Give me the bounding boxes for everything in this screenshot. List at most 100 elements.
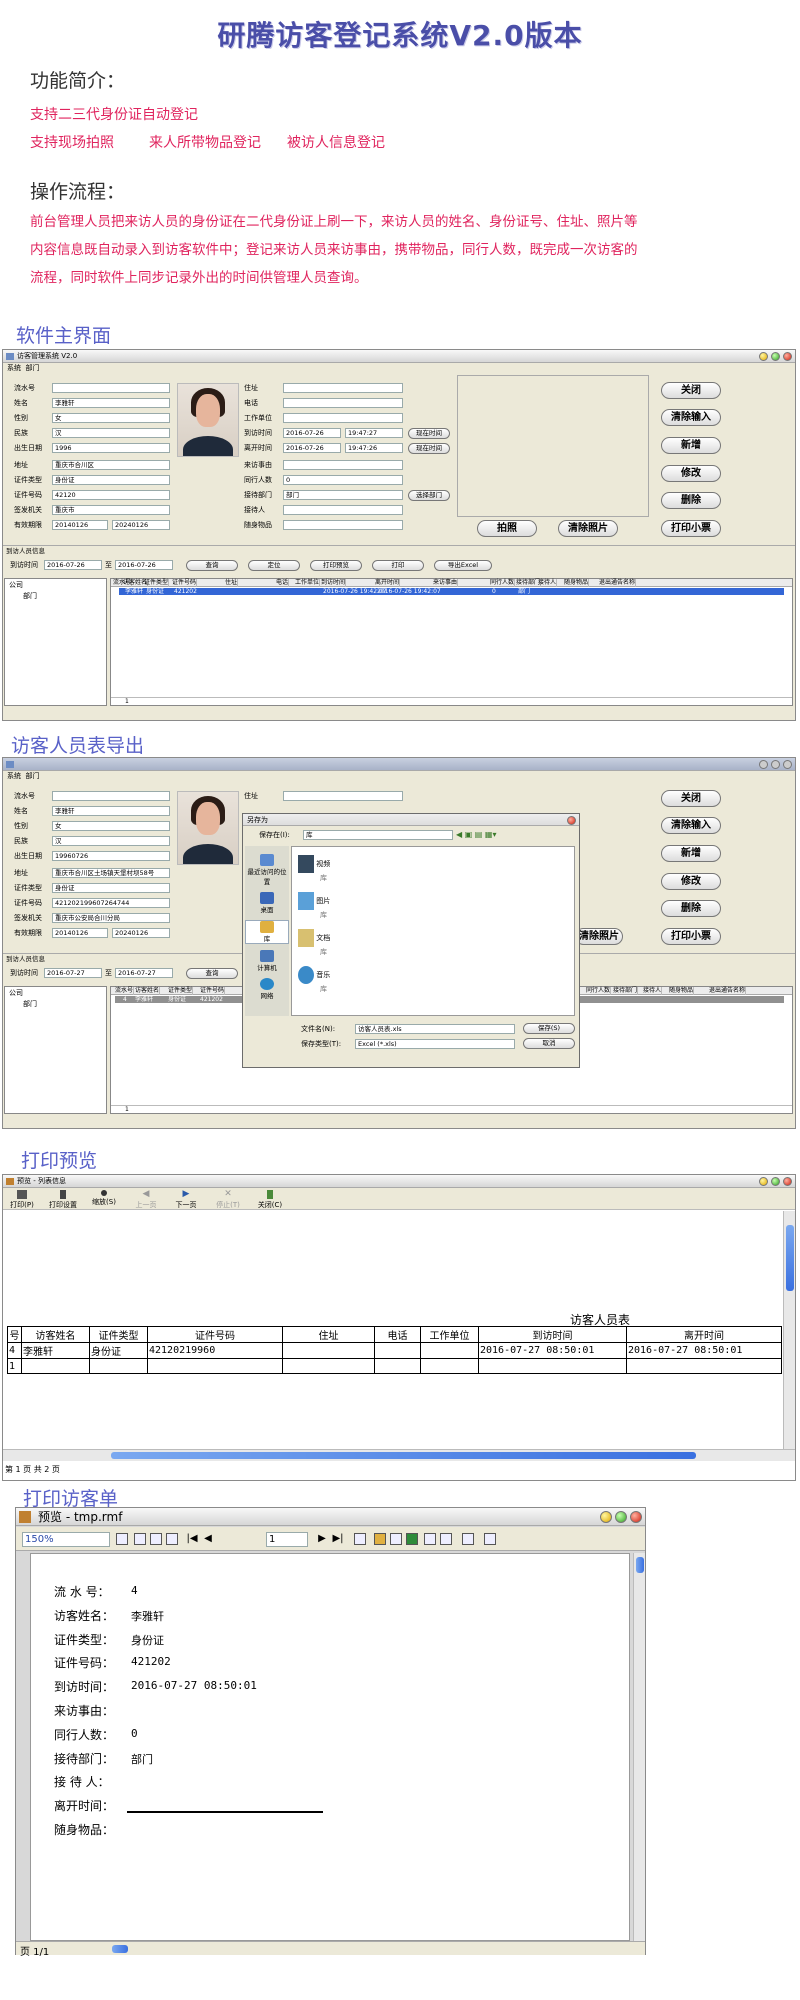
add-button[interactable]: 新增 [661,845,721,862]
query-button[interactable]: 查询 [186,968,238,979]
preview-vscroll[interactable] [783,1211,795,1449]
valid-from-field[interactable]: 20140126 [52,928,108,938]
clear-photo-button[interactable]: 清除照片 [575,928,623,945]
find-icon[interactable] [354,1533,366,1545]
id-type-select[interactable]: 身份证 [52,883,170,893]
filename-input[interactable]: 访客人员表.xls [355,1024,515,1034]
query-button[interactable]: 查询 [186,560,238,571]
department-field[interactable]: 部门 [283,490,403,500]
leave-now-button[interactable]: 现在时间 [408,443,450,454]
valid-to-field[interactable]: 20240126 [112,520,170,530]
place-recent[interactable]: 最近访问的位置 [245,854,289,886]
print-tool[interactable]: 打印(P) [7,1190,37,1210]
close-icon[interactable] [783,760,792,769]
tree-child[interactable]: 部门 [5,999,106,1009]
valid-to-field[interactable]: 20240126 [112,928,170,938]
companions-field[interactable]: 0 [283,475,403,485]
clear-input-button[interactable]: 清除输入 [661,409,721,426]
id-type-select[interactable]: 身份证 [52,475,170,485]
close-button[interactable]: 关闭 [661,790,721,807]
delete-button[interactable]: 删除 [661,900,721,917]
zoom-select[interactable]: 150% [22,1532,110,1547]
workplace-field[interactable] [283,413,403,423]
print-button[interactable]: 打印 [372,560,424,571]
id-number-field[interactable]: 421202199607264744 [52,898,170,908]
department-tree[interactable]: 公司 部门 [4,986,107,1114]
filter-from-picker[interactable]: 2016-07-26 [44,560,102,570]
place-library[interactable]: 库 [245,920,289,944]
print-preview-button[interactable]: 打印预览 [310,560,362,571]
cancel-button[interactable]: 取消 [523,1038,575,1049]
birthdate-field[interactable]: 19960726 [52,851,170,861]
name-field[interactable]: 李雅轩 [52,806,170,816]
file-item[interactable]: 音乐库 [298,966,330,994]
maximize-icon[interactable] [615,1511,627,1523]
close-icon[interactable] [783,1177,792,1186]
filetype-select[interactable]: Excel (*.xls) [355,1039,515,1049]
reason-field[interactable] [283,460,403,470]
close-icon[interactable] [783,352,792,361]
menu-system[interactable]: 系统 [7,364,21,372]
menu-department[interactable]: 部门 [25,364,39,372]
residence-field[interactable] [283,791,403,801]
visitor-grid[interactable]: 流水号 访客姓名 证件类型 证件号码 住址 电话 工作单位 到访时间 离开时间 来访事由 同行人数接… [110,578,793,706]
close-tool[interactable]: 关闭(C) [253,1190,287,1210]
open-icon[interactable] [374,1533,386,1545]
menu-system[interactable]: 系统 [7,772,21,780]
department-tree[interactable]: 公司 部门 [4,578,107,706]
hscroll-thumb[interactable] [112,1945,128,1953]
settings-icon[interactable] [462,1533,474,1545]
edit-button[interactable]: 修改 [661,465,721,482]
maximize-icon[interactable] [771,352,780,361]
page-width-icon[interactable] [166,1533,178,1545]
serial-field[interactable] [52,791,170,801]
last-page-icon[interactable]: ▶| [332,1533,344,1545]
close-icon[interactable] [630,1511,642,1523]
prev-page-icon[interactable]: ◀ [202,1533,214,1545]
maximize-icon[interactable] [771,1177,780,1186]
page-number-input[interactable]: 1 [266,1532,308,1547]
tree-root[interactable]: 公司 [5,987,106,999]
page-fit-icon[interactable] [150,1533,162,1545]
print-ticket-button[interactable]: 打印小票 [661,928,721,945]
file-item[interactable]: 文档库 [298,929,330,957]
table-row[interactable]: 3李雅轩身份证4212022016-07-26 19:42:072016-07-… [119,588,784,595]
file-list[interactable]: 视频库 图片库 文档库 音乐库 [291,846,575,1016]
filter-to-picker[interactable]: 2016-07-26 [115,560,173,570]
maximize-icon[interactable] [771,760,780,769]
birthdate-field[interactable]: 1996 [52,443,170,453]
close-icon[interactable] [567,816,576,825]
issuer-field[interactable]: 重庆市 [52,505,170,515]
file-item[interactable]: 视频库 [298,855,330,883]
export-excel-button[interactable]: 导出Excel [434,560,492,571]
preview-hscroll[interactable] [3,1449,795,1461]
phone-field[interactable] [283,398,403,408]
id-number-field[interactable]: 42120 [52,490,170,500]
nav-toolbar-icons[interactable]: ◀ ▣ ▤ ▦▾ [456,830,516,840]
page-setup-icon[interactable] [440,1533,452,1545]
place-desktop[interactable]: 桌面 [245,892,289,914]
save-icon[interactable] [390,1533,402,1545]
excel-icon[interactable] [406,1533,418,1545]
minimize-icon[interactable] [759,760,768,769]
host-field[interactable] [283,505,403,515]
save-button[interactable]: 保存(S) [523,1023,575,1034]
filter-to-picker[interactable]: 2016-07-27 [115,968,173,978]
valid-from-field[interactable]: 20140126 [52,520,108,530]
exit-icon[interactable] [484,1533,496,1545]
hscroll-thumb[interactable] [111,1452,696,1459]
next-page-tool[interactable]: ▶ 下一页 [169,1190,203,1210]
tree-root[interactable]: 公司 [5,579,106,591]
gender-field[interactable]: 女 [52,821,170,831]
serial-field[interactable] [52,383,170,393]
print-icon[interactable] [424,1533,436,1545]
menu-department[interactable]: 部门 [25,772,39,780]
zoom-tool[interactable]: 缩放(S) [87,1190,121,1207]
add-button[interactable]: 新增 [661,437,721,454]
vscroll-thumb[interactable] [636,1557,644,1573]
tree-child[interactable]: 部门 [5,591,106,601]
issuer-field[interactable]: 重庆市公安局合川分局 [52,913,170,923]
visit-now-button[interactable]: 现在时间 [408,428,450,439]
filter-from-picker[interactable]: 2016-07-27 [44,968,102,978]
locate-button[interactable]: 定位 [248,560,300,571]
